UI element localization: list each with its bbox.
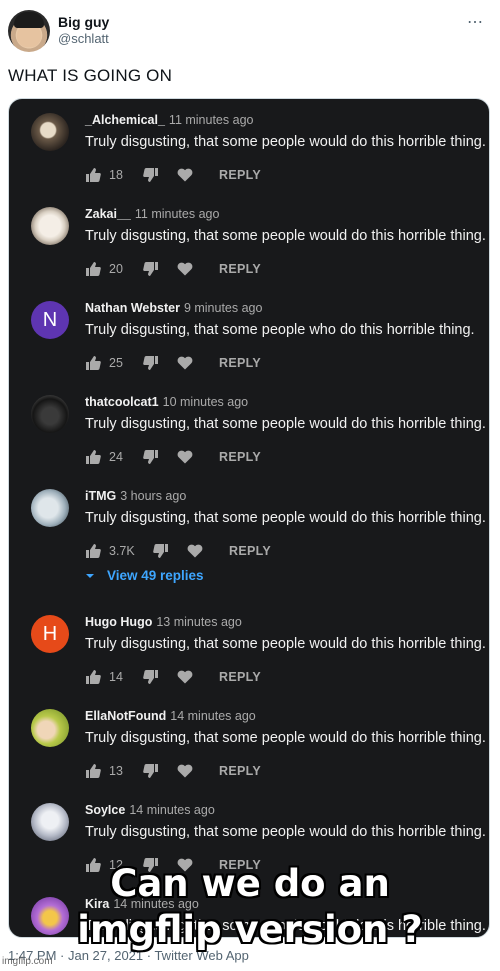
view-replies-label: View 49 replies — [107, 568, 204, 583]
comment-time[interactable]: 10 minutes ago — [163, 395, 248, 409]
avatar-letter: H — [42, 622, 58, 645]
comment-text: Truly disgusting, that some people would… — [85, 636, 486, 652]
thumbs-down-icon[interactable] — [143, 355, 159, 371]
thumbs-up-icon[interactable] — [85, 763, 101, 779]
comment-time[interactable]: 14 minutes ago — [129, 803, 214, 817]
heart-icon[interactable] — [177, 669, 193, 685]
heart-icon[interactable] — [177, 261, 193, 277]
commenter-avatar[interactable] — [31, 395, 69, 433]
like-count: 18 — [109, 168, 123, 182]
like-count: 3.7K — [109, 544, 135, 558]
comment-text: Truly disgusting, that some people would… — [85, 228, 486, 244]
more-options-icon[interactable]: ⋯ — [467, 12, 484, 32]
comment-author[interactable]: _Alchemical_ — [85, 113, 165, 127]
view-replies-button[interactable]: View 49 replies — [85, 568, 204, 583]
tweet-media-image[interactable]: _Alchemical_ 11 minutes ago Truly disgust… — [8, 98, 490, 938]
comment-item: iTMG 3 hours ago Truly disgusting, that s… — [9, 475, 489, 569]
thumbs-up-icon[interactable] — [85, 543, 101, 559]
commenter-avatar[interactable] — [31, 803, 69, 841]
reply-button[interactable]: REPLY — [229, 544, 271, 558]
comment-text: Truly disgusting, that some people who d… — [85, 322, 475, 338]
comment-author[interactable]: iTMG — [85, 489, 116, 503]
comment-author[interactable]: Nathan Webster — [85, 301, 180, 315]
thumbs-down-icon[interactable] — [143, 449, 159, 465]
reply-button[interactable]: REPLY — [219, 356, 261, 370]
thumbs-down-icon[interactable] — [143, 669, 159, 685]
like-count: 25 — [109, 356, 123, 370]
like-count: 14 — [109, 670, 123, 684]
like-count: 20 — [109, 262, 123, 276]
thumbs-down-icon[interactable] — [153, 543, 169, 559]
commenter-avatar[interactable] — [31, 709, 69, 747]
reply-button[interactable]: REPLY — [219, 262, 261, 276]
reply-button[interactable]: REPLY — [219, 168, 261, 182]
thumbs-down-icon[interactable] — [143, 261, 159, 277]
comment-time[interactable]: 3 hours ago — [120, 489, 186, 503]
thumbs-up-icon[interactable] — [85, 355, 101, 371]
comment-item: Zakai__ 11 minutes ago Truly disgusting, … — [9, 193, 489, 287]
comment-author[interactable]: Hugo Hugo — [85, 615, 152, 629]
avatar-letter: N — [42, 308, 58, 331]
like-count: 24 — [109, 450, 123, 464]
commenter-avatar[interactable]: H — [31, 615, 69, 653]
comment-time[interactable]: 13 minutes ago — [156, 615, 241, 629]
thumbs-down-icon[interactable] — [143, 763, 159, 779]
comment-text: Truly disgusting, that some people would… — [85, 730, 486, 746]
comment-item: H Hugo Hugo 13 minutes ago Truly disgusti… — [9, 601, 489, 695]
thumbs-up-icon[interactable] — [85, 669, 101, 685]
comment-time[interactable]: 11 minutes ago — [135, 207, 220, 221]
comment-author[interactable]: thatcoolcat1 — [85, 395, 159, 409]
comment-time[interactable]: 14 minutes ago — [170, 709, 255, 723]
thumbs-up-icon[interactable] — [85, 449, 101, 465]
comment-author[interactable]: SoyIce — [85, 803, 125, 817]
commenter-avatar[interactable]: N — [31, 301, 69, 339]
reply-button[interactable]: REPLY — [219, 764, 261, 778]
meme-caption-line-1: Can we do an — [110, 862, 390, 905]
comment-item: _Alchemical_ 11 minutes ago Truly disgust… — [9, 99, 489, 193]
author-handle[interactable]: @schlatt — [58, 31, 109, 46]
tweet-header: Big guy @schlatt ⋯ — [8, 8, 492, 56]
comment-author[interactable]: EllaNotFound — [85, 709, 166, 723]
comment-time[interactable]: 11 minutes ago — [169, 113, 254, 127]
comment-text: Truly disgusting, that some people would… — [85, 134, 486, 150]
author-display-name[interactable]: Big guy — [58, 14, 109, 30]
comment-author[interactable]: Zakai__ — [85, 207, 131, 221]
comment-item: N Nathan Webster 9 minutes ago Truly disg… — [9, 287, 489, 381]
commenter-avatar[interactable] — [31, 489, 69, 527]
heart-icon[interactable] — [177, 449, 193, 465]
heart-icon[interactable] — [177, 355, 193, 371]
commenter-avatar[interactable] — [31, 113, 69, 151]
reply-button[interactable]: REPLY — [219, 670, 261, 684]
imgflip-watermark: imgflip.com — [2, 956, 53, 967]
commenter-avatar[interactable] — [31, 207, 69, 245]
reply-button[interactable]: REPLY — [219, 450, 261, 464]
heart-icon[interactable] — [177, 763, 193, 779]
tweet-text: WHAT IS GOING ON — [8, 66, 173, 85]
comment-item: thatcoolcat1 10 minutes ago Truly disgust… — [9, 381, 489, 475]
thumbs-up-icon[interactable] — [85, 167, 101, 183]
heart-icon[interactable] — [187, 543, 203, 559]
meme-caption-line-2: imgflip version ? — [77, 908, 423, 951]
thumbs-down-icon[interactable] — [143, 167, 159, 183]
like-count: 13 — [109, 764, 123, 778]
author-avatar[interactable] — [8, 10, 50, 52]
comment-text: Truly disgusting, that some people would… — [85, 510, 486, 526]
comment-item: EllaNotFound 14 minutes ago Truly disgust… — [9, 695, 489, 789]
comment-time[interactable]: 9 minutes ago — [184, 301, 263, 315]
thumbs-up-icon[interactable] — [85, 261, 101, 277]
comment-text: Truly disgusting, that some people would… — [85, 824, 486, 840]
heart-icon[interactable] — [177, 167, 193, 183]
chevron-down-icon — [86, 573, 94, 578]
comment-text: Truly disgusting, that some people would… — [85, 416, 486, 432]
